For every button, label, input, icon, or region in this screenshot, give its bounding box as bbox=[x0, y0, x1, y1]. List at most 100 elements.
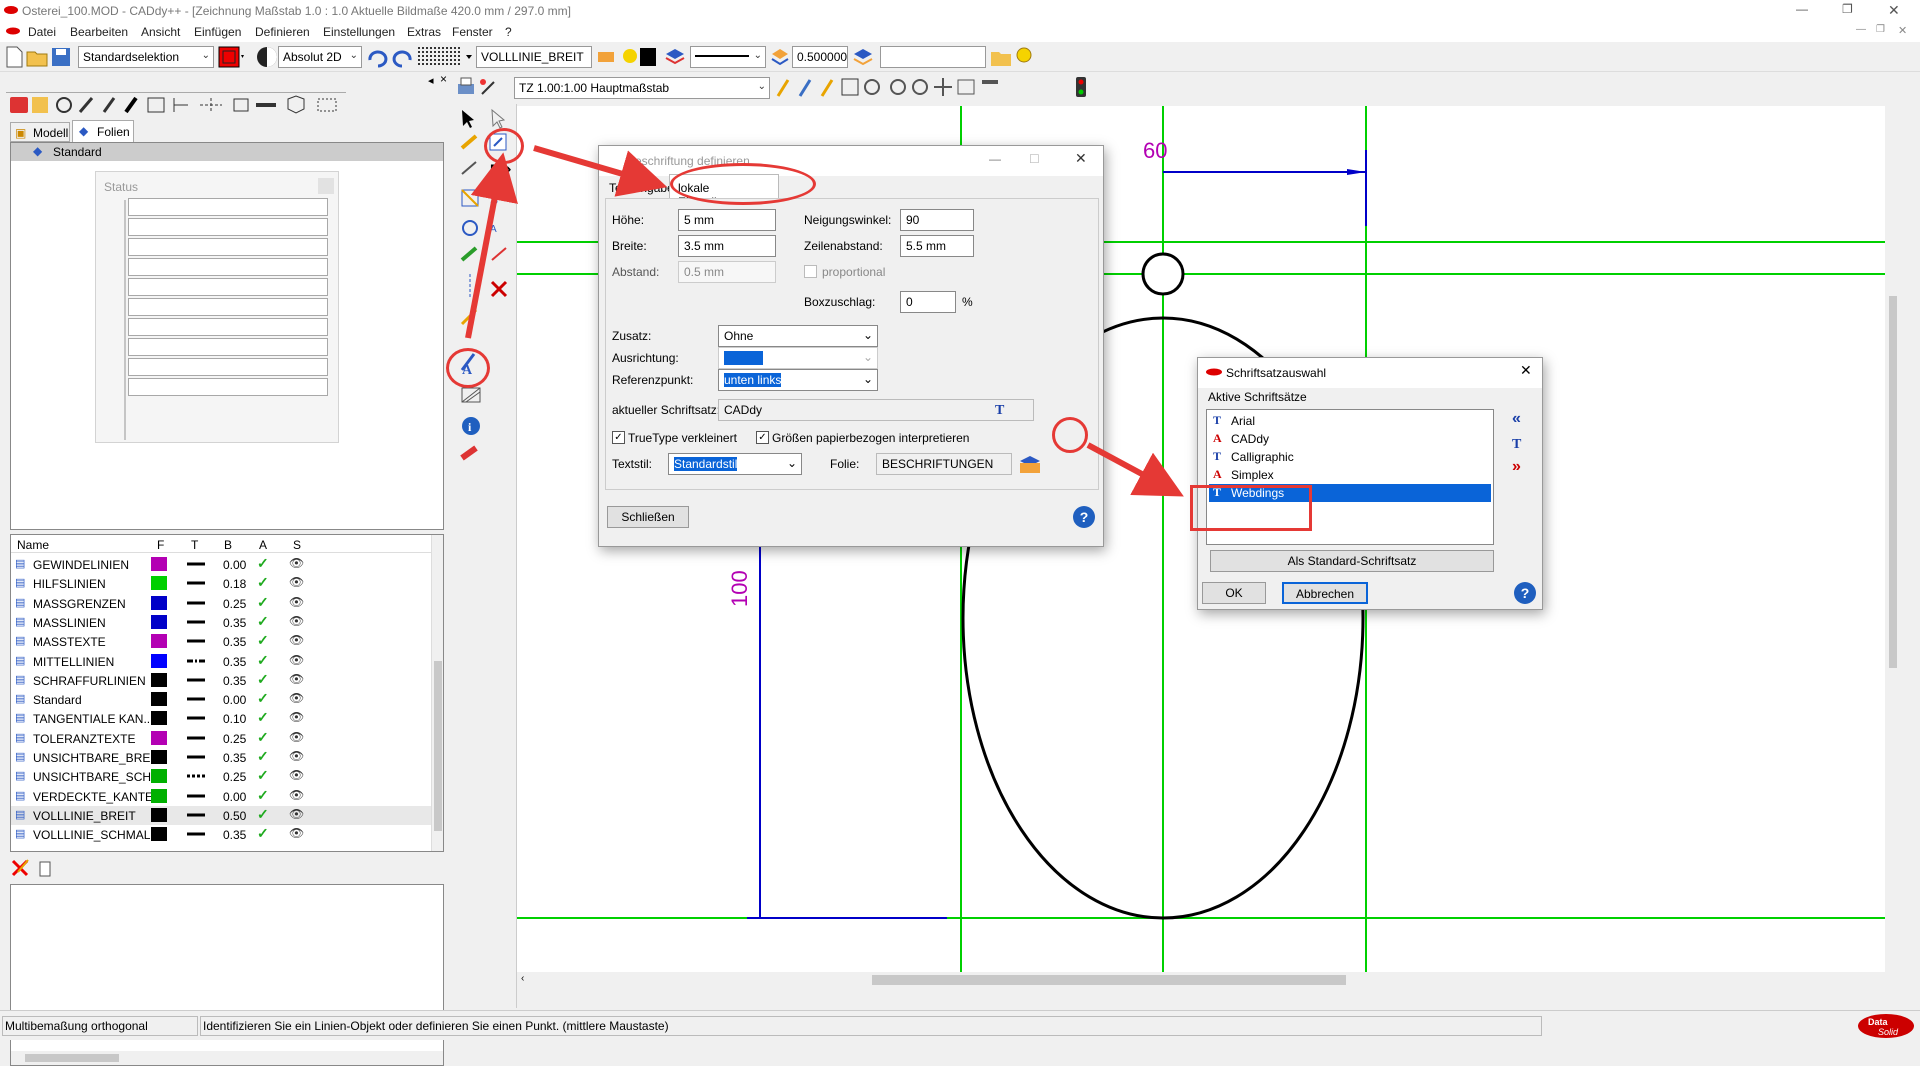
mdi-restore-button[interactable]: ❐ bbox=[1876, 24, 1885, 35]
ausrichtung-select[interactable]: Normal ⌄ bbox=[718, 347, 878, 369]
col-aktiv[interactable]: A bbox=[259, 538, 267, 552]
eye-icon[interactable]: 👁 bbox=[289, 575, 304, 589]
menu-help[interactable]: ? bbox=[505, 25, 512, 39]
layer-linetype-icon[interactable] bbox=[187, 677, 205, 683]
layer-color-swatch[interactable] bbox=[151, 769, 167, 784]
abstand-input[interactable]: 0.5 mm bbox=[678, 261, 776, 283]
eye-icon[interactable]: 👁 bbox=[289, 710, 304, 724]
layer-row[interactable]: ▤ UNSICHTBARE_SCH... 0.25 ✓ 👁 bbox=[11, 767, 431, 786]
h-scrollbar[interactable] bbox=[11, 1051, 443, 1065]
layer-linetype-icon[interactable] bbox=[187, 561, 205, 567]
layer-linetype-icon[interactable] bbox=[187, 715, 205, 721]
layer-linetype-icon[interactable] bbox=[187, 831, 205, 837]
linewidth-input[interactable]: 0.500000 bbox=[792, 46, 848, 68]
layer-linetype-icon[interactable] bbox=[187, 580, 205, 586]
zusatz-select[interactable]: Ohne ⌄ bbox=[718, 325, 878, 347]
breite-input[interactable]: 3.5 mm bbox=[678, 235, 776, 257]
layer-row[interactable]: ▤ MITTELLINIEN 0.35 ✓ 👁 bbox=[11, 652, 431, 671]
eye-icon[interactable]: 👁 bbox=[289, 788, 304, 802]
mdi-close-button[interactable]: ✕ bbox=[1898, 24, 1907, 37]
textstil-select[interactable]: Standardstil ⌄ bbox=[668, 453, 802, 475]
schriftsatz-select-button[interactable]: T bbox=[988, 397, 1014, 421]
check-icon[interactable]: ✓ bbox=[257, 806, 269, 823]
save-icon[interactable] bbox=[50, 46, 72, 68]
open-folder-icon[interactable] bbox=[26, 46, 48, 68]
proportional-checkbox[interactable] bbox=[804, 265, 817, 278]
layer-color-swatch[interactable] bbox=[151, 557, 167, 571]
layer-row[interactable]: ▤ MASSTEXTE 0.35 ✓ 👁 bbox=[11, 632, 431, 651]
eye-icon[interactable]: 👁 bbox=[289, 749, 304, 763]
layer-linetype-icon[interactable] bbox=[187, 754, 205, 760]
undo-redo-icons[interactable] bbox=[366, 48, 414, 68]
check-icon[interactable]: ✓ bbox=[257, 825, 269, 842]
col-farbe[interactable]: F bbox=[157, 538, 164, 552]
scroll-left-icon[interactable]: ‹ bbox=[521, 973, 524, 984]
check-icon[interactable]: ✓ bbox=[257, 787, 269, 804]
eye-icon[interactable]: 👁 bbox=[289, 614, 304, 628]
scroll-thumb[interactable] bbox=[434, 661, 442, 831]
layer-row[interactable]: ▤ SCHRAFFURLINIEN 0.35 ✓ 👁 bbox=[11, 671, 431, 690]
grid-icon[interactable] bbox=[418, 47, 474, 67]
color-picker-icon[interactable] bbox=[218, 46, 246, 68]
check-icon[interactable]: ✓ bbox=[257, 613, 269, 630]
eye-icon[interactable]: 👁 bbox=[289, 556, 304, 570]
col-typ[interactable]: T bbox=[191, 538, 198, 552]
command-input[interactable] bbox=[880, 46, 986, 68]
menu-einstellungen[interactable]: Einstellungen bbox=[323, 25, 395, 39]
layer-row[interactable]: ▤ UNSICHTBARE_BREIT 0.35 ✓ 👁 bbox=[11, 748, 431, 767]
print-icons[interactable] bbox=[456, 76, 498, 98]
layer-color-swatch[interactable] bbox=[151, 827, 167, 842]
stack-layers-icon[interactable] bbox=[664, 46, 686, 68]
v-scroll-thumb[interactable] bbox=[1889, 296, 1897, 668]
font-item[interactable]: T Arial bbox=[1209, 412, 1491, 430]
layer-row[interactable]: ▤ TOLERANZTEXTE 0.25 ✓ 👁 bbox=[11, 729, 431, 748]
help-icon[interactable]: ? bbox=[1514, 582, 1536, 604]
pin-icon[interactable]: ◂ bbox=[428, 74, 434, 87]
layer-linetype-icon[interactable] bbox=[187, 638, 205, 644]
layer-row[interactable]: ▤ VOLLLINIE_SCHMAL 0.35 ✓ 👁 bbox=[11, 825, 431, 844]
mdi-minimize-button[interactable]: — bbox=[1856, 24, 1866, 35]
tab-texteingabe[interactable]: Texteingabe bbox=[605, 176, 674, 198]
layer-color-swatch[interactable] bbox=[151, 614, 167, 629]
tab-modell[interactable]: ▣ Modell bbox=[10, 122, 70, 142]
schliessen-button[interactable]: Schließen bbox=[607, 506, 689, 528]
check-icon[interactable]: ✓ bbox=[257, 594, 269, 611]
referenzpunkt-select[interactable]: unten links ⌄ bbox=[718, 369, 878, 391]
layer-row[interactable]: ▤ VERDECKTE_KANTE... 0.00 ✓ 👁 bbox=[11, 787, 431, 806]
h-scroll-thumb[interactable] bbox=[25, 1054, 119, 1062]
layer-color-swatch[interactable] bbox=[151, 788, 167, 803]
selection-mode-select[interactable]: Standardselektion ⌄ bbox=[78, 46, 214, 68]
status-close-button[interactable] bbox=[318, 178, 334, 194]
hoehe-input[interactable]: 5 mm bbox=[678, 209, 776, 231]
col-breite[interactable]: B bbox=[224, 538, 232, 552]
font-edit-icon[interactable]: T bbox=[1508, 432, 1528, 452]
truetype-checkbox[interactable]: ✓ bbox=[612, 431, 625, 444]
move-left-icon[interactable]: « bbox=[1512, 410, 1521, 428]
panel-close-icon[interactable]: × bbox=[440, 72, 447, 86]
linetype-select[interactable]: ⌄ bbox=[690, 46, 766, 68]
layer-linetype-icon[interactable] bbox=[187, 812, 205, 818]
check-icon[interactable]: ✓ bbox=[257, 767, 269, 784]
menu-einfuegen[interactable]: Einfügen bbox=[194, 25, 241, 39]
layer-linetype-icon[interactable] bbox=[187, 793, 205, 799]
layer-color-swatch[interactable] bbox=[151, 692, 167, 707]
close-window-button[interactable]: ✕ bbox=[1888, 2, 1900, 19]
boxzuschlag-input[interactable]: 0 bbox=[900, 291, 956, 313]
check-icon[interactable]: ✓ bbox=[257, 574, 269, 591]
layer-linetype-icon[interactable] bbox=[187, 696, 205, 702]
restore-button[interactable]: ❐ bbox=[1842, 2, 1853, 16]
eye-icon[interactable]: 👁 bbox=[289, 691, 304, 705]
font-item[interactable]: A CADdy bbox=[1209, 430, 1491, 448]
minimize-button[interactable]: — bbox=[1796, 2, 1808, 16]
canvas-h-scrollbar[interactable]: ‹ bbox=[517, 972, 1885, 988]
folder-bulb-icon[interactable] bbox=[990, 46, 1034, 68]
layer-color-swatch[interactable] bbox=[151, 750, 167, 764]
menu-extras[interactable]: Extras bbox=[407, 25, 441, 39]
help-icon[interactable]: ? bbox=[1073, 506, 1095, 528]
tab-folien[interactable]: ◆ Folien bbox=[72, 120, 134, 142]
check-icon[interactable]: ✓ bbox=[257, 652, 269, 669]
layer-linetype-icon[interactable] bbox=[187, 735, 205, 741]
layer-linetype-icon[interactable] bbox=[187, 773, 205, 779]
eye-icon[interactable]: 👁 bbox=[289, 633, 304, 647]
menu-datei[interactable]: Datei bbox=[28, 25, 56, 39]
